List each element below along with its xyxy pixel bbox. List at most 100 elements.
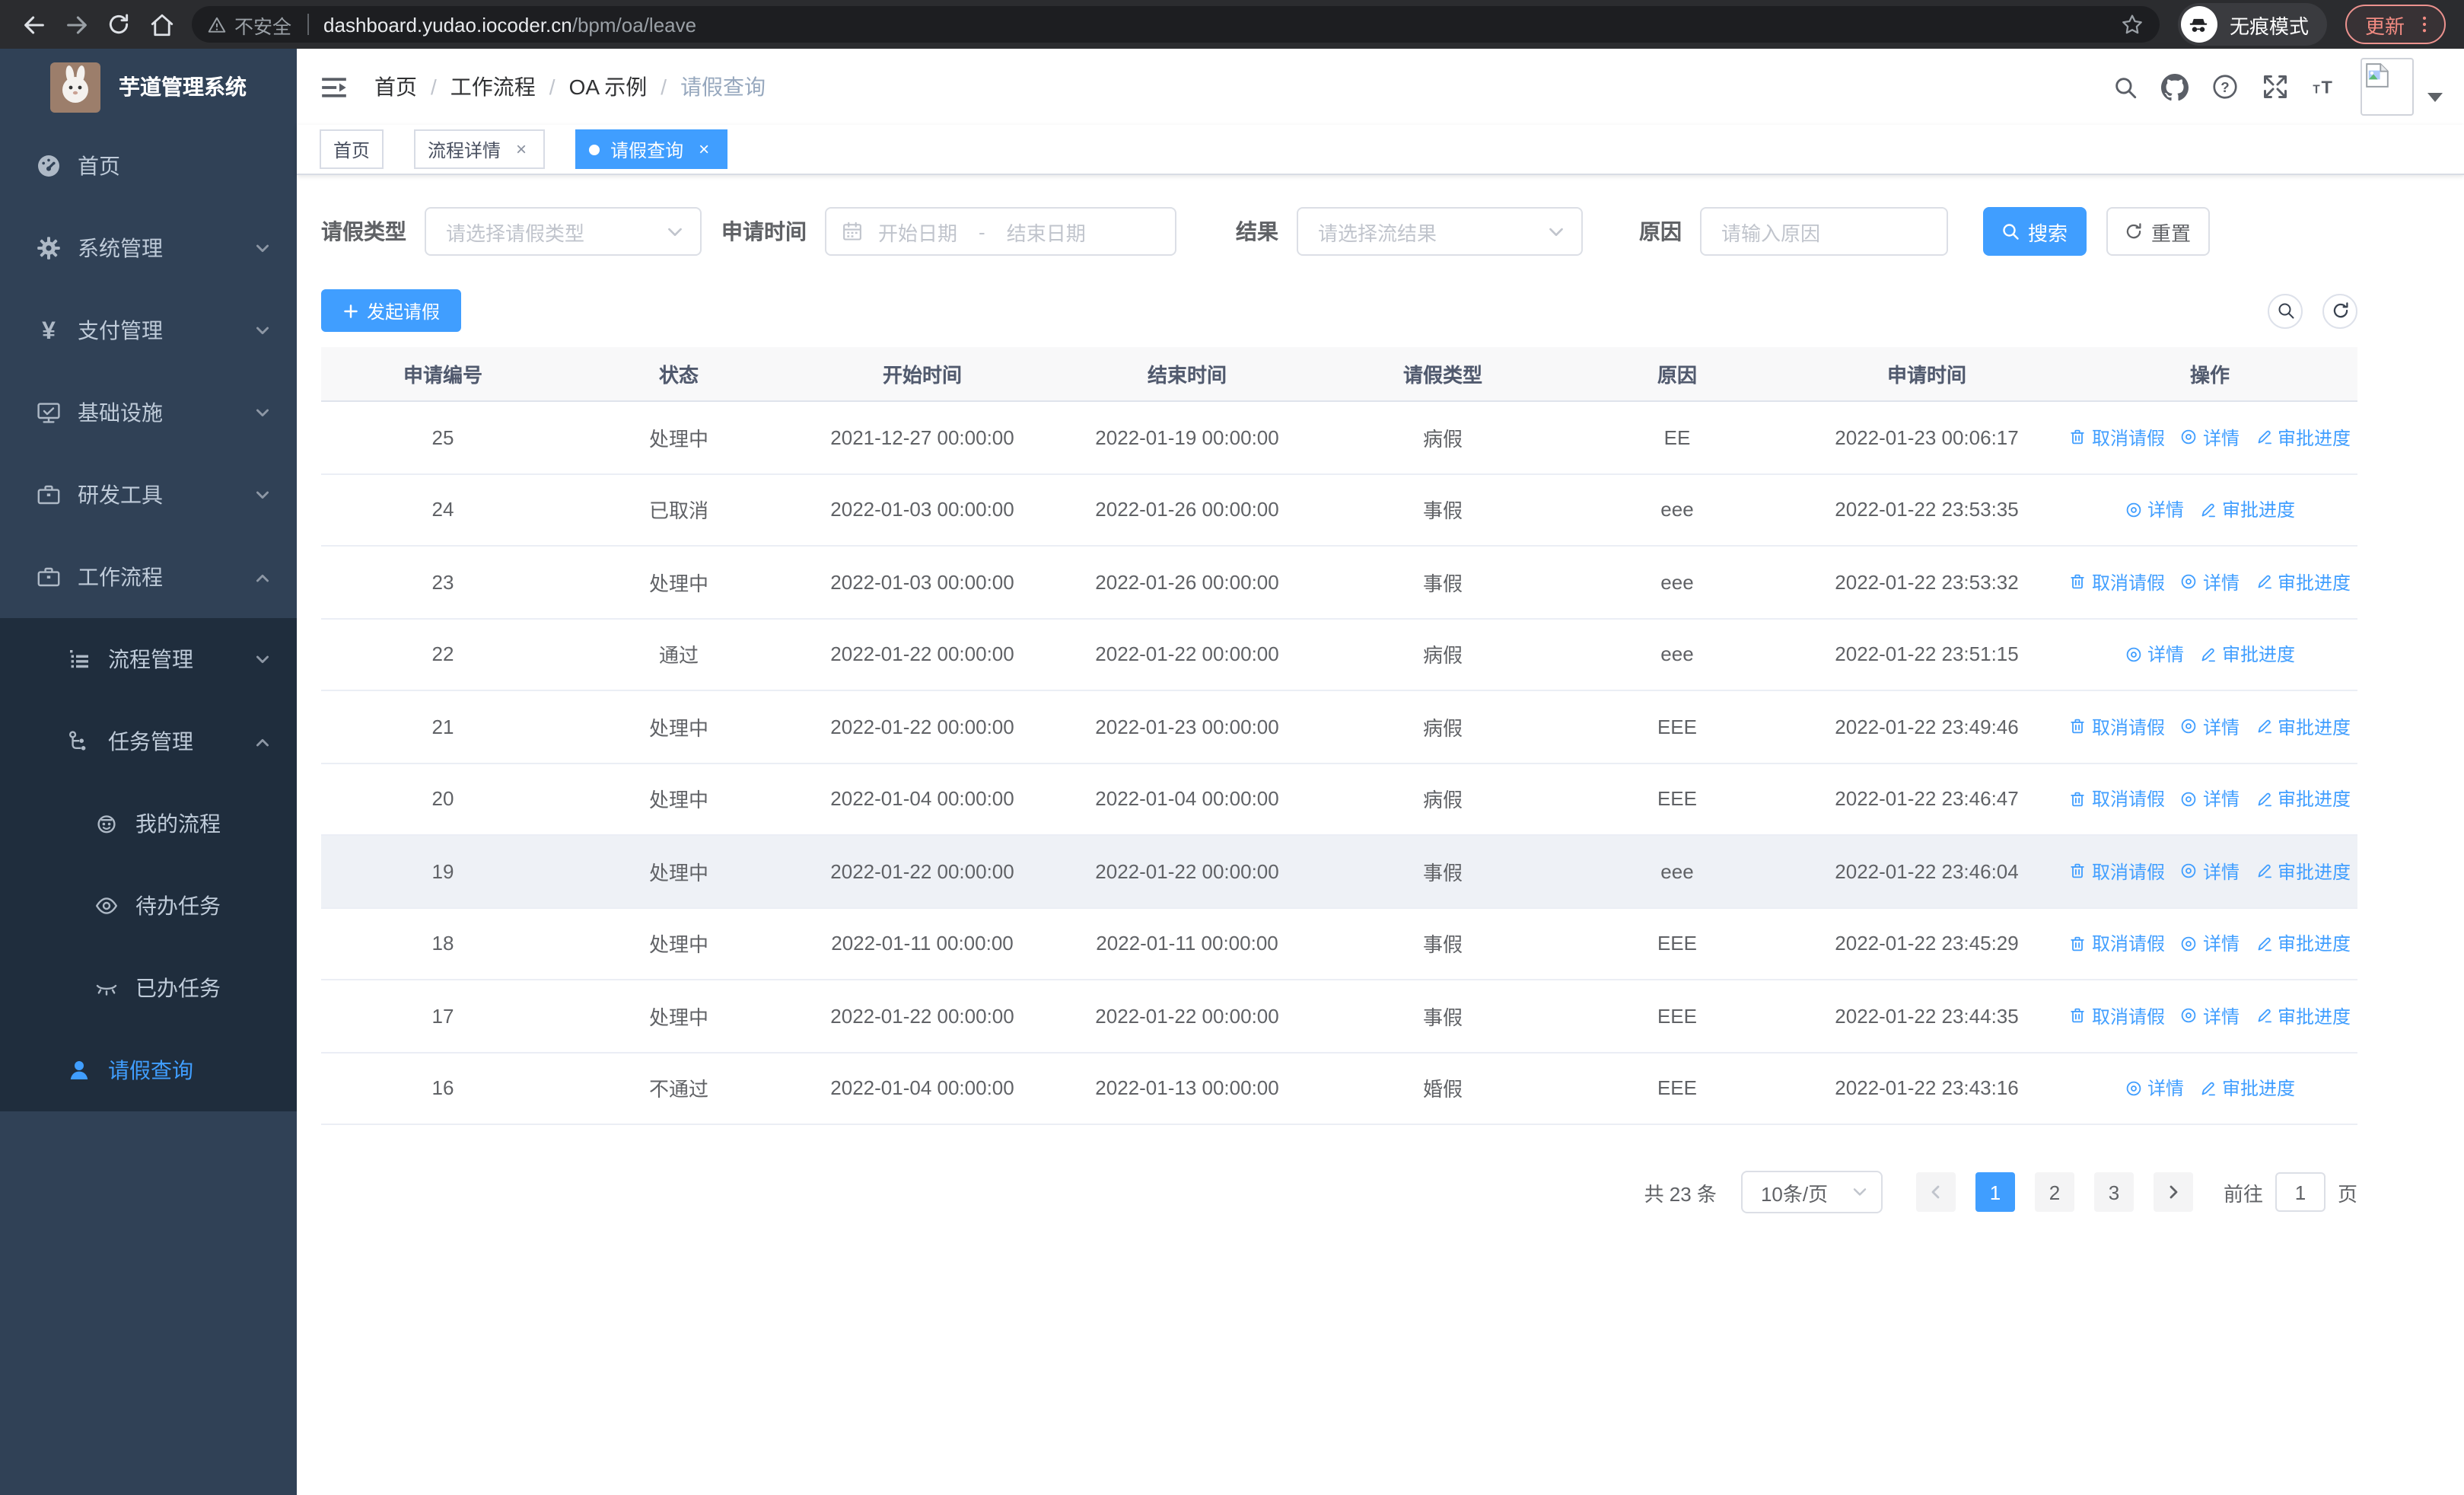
table-row[interactable]: 25 处理中 2021-12-27 00:00:00 2022-01-19 00… [321, 402, 2357, 474]
font-size-button[interactable]: TT [2312, 73, 2339, 100]
action-detail-link[interactable]: 详情 [2180, 786, 2240, 812]
sidebar-item-my-process[interactable]: 我的流程 [0, 783, 297, 865]
action-cancel-link[interactable]: 取消请假 [2069, 425, 2165, 451]
cell-status: 通过 [658, 644, 699, 668]
action-progress-link[interactable]: 审批进度 [2255, 786, 2351, 812]
help-button[interactable]: ? [2211, 73, 2239, 100]
action-cancel-link[interactable]: 取消请假 [2069, 786, 2165, 812]
close-tab-icon[interactable]: × [511, 139, 531, 159]
browser-update-button[interactable]: 更新 [2345, 5, 2446, 44]
goto-page-input[interactable] [2275, 1172, 2326, 1212]
avatar-dropdown-caret-icon[interactable] [2427, 93, 2443, 102]
action-progress-link[interactable]: 审批进度 [2199, 497, 2295, 523]
action-detail-link[interactable]: 详情 [2180, 714, 2240, 740]
breadcrumb-home[interactable]: 首页 [374, 72, 417, 102]
sidebar-item-system[interactable]: 系统管理 [0, 207, 297, 289]
action-detail-link[interactable]: 详情 [2125, 497, 2184, 523]
next-page-button[interactable] [2153, 1172, 2193, 1212]
reset-button[interactable]: 重置 [2106, 207, 2210, 256]
cell-apply-time: 2022-01-22 23:53:35 [1835, 498, 2019, 521]
reason-input[interactable]: 请输入原因 [1700, 207, 1948, 256]
cell-id: 24 [431, 498, 454, 521]
tab-leave-query[interactable]: 请假查询 × [575, 129, 728, 169]
sidebar-item-infra[interactable]: 基础设施 [0, 371, 297, 454]
action-detail-link[interactable]: 详情 [2180, 1003, 2240, 1029]
table-row[interactable]: 24 已取消 2022-01-03 00:00:00 2022-01-26 00… [321, 474, 2357, 547]
create-leave-button[interactable]: 发起请假 [321, 289, 462, 332]
table-row[interactable]: 18 处理中 2022-01-11 00:00:00 2022-01-11 00… [321, 908, 2357, 980]
action-detail-link[interactable]: 详情 [2180, 931, 2240, 957]
address-bar[interactable]: 不安全 dashboard.yudao.iocoder.cn/bpm/oa/le… [192, 6, 2160, 43]
action-detail-link[interactable]: 详情 [2125, 1076, 2184, 1101]
cell-status: 处理中 [648, 716, 708, 740]
action-progress-link[interactable]: 审批进度 [2255, 714, 2351, 740]
page-button-2[interactable]: 2 [2034, 1172, 2074, 1212]
leave-type-select[interactable]: 请选择请假类型 [425, 207, 702, 256]
table-row[interactable]: 16 不通过 2022-01-04 00:00:00 2022-01-13 00… [321, 1053, 2357, 1125]
prev-page-button[interactable] [1915, 1172, 1956, 1212]
action-progress-link[interactable]: 审批进度 [2199, 1076, 2295, 1101]
sidebar-item-process-mgmt[interactable]: 流程管理 [0, 618, 297, 700]
sidebar-item-home[interactable]: 首页 [0, 125, 297, 207]
breadcrumb-oa-example[interactable]: OA 示例 [569, 72, 648, 102]
action-detail-link[interactable]: 详情 [2180, 569, 2240, 595]
action-progress-link[interactable]: 审批进度 [2255, 931, 2351, 957]
action-cancel-link[interactable]: 取消请假 [2069, 1003, 2165, 1029]
trash-icon [2071, 430, 2085, 445]
action-detail-link[interactable]: 详情 [2180, 859, 2240, 885]
page-button-3[interactable]: 3 [2093, 1172, 2134, 1212]
refresh-table-button[interactable] [2322, 293, 2357, 328]
action-cancel-link[interactable]: 取消请假 [2069, 859, 2165, 885]
table-row[interactable]: 20 处理中 2022-01-04 00:00:00 2022-01-04 00… [321, 763, 2357, 836]
sidebar-item-todo-tasks[interactable]: 待办任务 [0, 865, 297, 947]
action-progress-link[interactable]: 审批进度 [2255, 859, 2351, 885]
cell-reason: EEE [1657, 715, 1697, 738]
action-cancel-link[interactable]: 取消请假 [2069, 569, 2165, 595]
page-size-select[interactable]: 10条/页 [1740, 1171, 1883, 1213]
action-progress-link[interactable]: 审批进度 [2199, 642, 2295, 668]
security-chip[interactable]: 不安全 [207, 10, 291, 39]
show-search-button[interactable] [2268, 293, 2303, 328]
collapse-sidebar-button[interactable] [318, 72, 349, 102]
sidebar-item-devtools[interactable]: 研发工具 [0, 454, 297, 536]
close-tab-icon[interactable]: × [694, 139, 714, 159]
page-button-1[interactable]: 1 [1975, 1172, 2015, 1212]
bookmark-star-icon[interactable] [2120, 12, 2144, 37]
table-row[interactable]: 22 通过 2022-01-22 00:00:00 2022-01-22 00:… [321, 619, 2357, 691]
column-header: 申请时间 [1886, 364, 1966, 387]
table-row[interactable]: 17 处理中 2022-01-22 00:00:00 2022-01-22 00… [321, 980, 2357, 1053]
result-select[interactable]: 请选择流结果 [1297, 207, 1583, 256]
github-link[interactable] [2161, 73, 2189, 100]
sidebar-item-task-mgmt[interactable]: 任务管理 [0, 700, 297, 783]
sidebar-item-payment[interactable]: ¥ 支付管理 [0, 289, 297, 371]
action-progress-link[interactable]: 审批进度 [2255, 1003, 2351, 1029]
apply-time-range-picker[interactable]: 开始日期 - 结束日期 [825, 207, 1176, 256]
action-progress-link[interactable]: 审批进度 [2255, 569, 2351, 595]
action-progress-link[interactable]: 审批进度 [2255, 425, 2351, 451]
action-detail-link[interactable]: 详情 [2180, 425, 2240, 451]
header-search-button[interactable] [2111, 73, 2138, 100]
fullscreen-button[interactable] [2262, 73, 2289, 100]
action-cancel-link[interactable]: 取消请假 [2069, 931, 2165, 957]
action-cancel-link[interactable]: 取消请假 [2069, 714, 2165, 740]
sidebar-item-workflow[interactable]: 工作流程 [0, 536, 297, 618]
tags-view-bar: 首页 流程详情 × 请假查询 × [297, 125, 2464, 175]
avatar[interactable] [2361, 58, 2414, 116]
tab-process-detail[interactable]: 流程详情 × [414, 129, 546, 169]
kebab-menu-icon[interactable] [2414, 14, 2435, 35]
browser-forward-button[interactable] [55, 3, 97, 46]
browser-home-button[interactable] [140, 3, 183, 46]
sidebar-item-leave-query[interactable]: 请假查询 [0, 1029, 297, 1111]
search-button[interactable]: 搜索 [1983, 207, 2087, 256]
table-row[interactable]: 21 处理中 2022-01-22 00:00:00 2022-01-23 00… [321, 691, 2357, 763]
action-detail-link[interactable]: 详情 [2125, 642, 2184, 668]
view-icon [2182, 792, 2197, 806]
browser-back-button[interactable] [12, 3, 55, 46]
sidebar-item-done-tasks[interactable]: 已办任务 [0, 947, 297, 1029]
table-row[interactable]: 23 处理中 2022-01-03 00:00:00 2022-01-26 00… [321, 547, 2357, 619]
browser-refresh-button[interactable] [97, 3, 140, 46]
tab-home[interactable]: 首页 [320, 129, 384, 169]
pen-icon [2257, 1009, 2271, 1023]
table-row[interactable]: 19 处理中 2022-01-22 00:00:00 2022-01-22 00… [321, 836, 2357, 908]
breadcrumb-workflow[interactable]: 工作流程 [450, 72, 536, 102]
